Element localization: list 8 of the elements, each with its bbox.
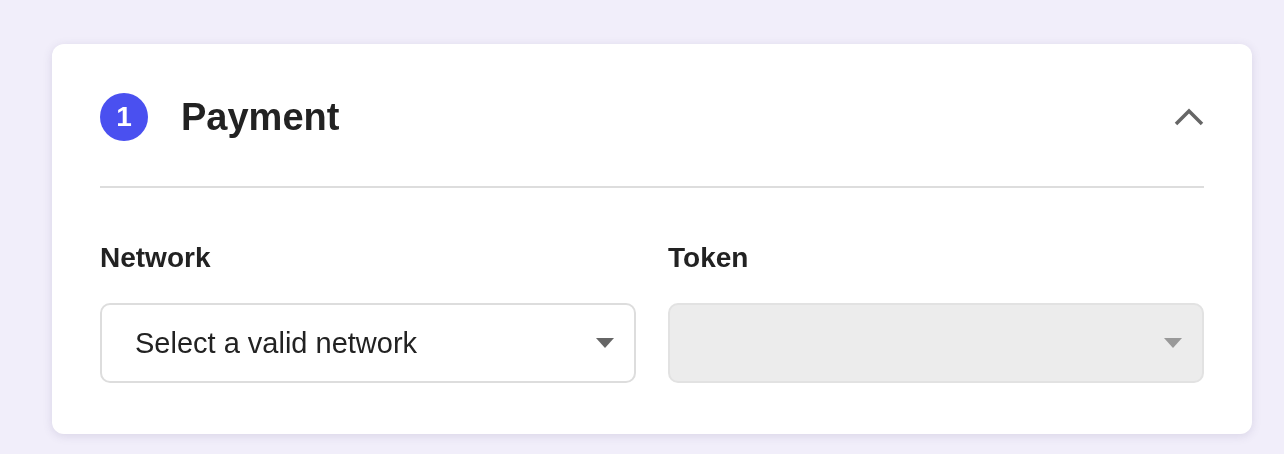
collapse-chevron-icon[interactable]	[1174, 108, 1204, 126]
field-label: Network	[100, 242, 212, 274]
field-label: Token	[668, 242, 750, 274]
step-number-badge: 1	[100, 93, 148, 141]
dropdown-field[interactable]: Select a valid network	[100, 303, 636, 383]
section-title: Payment	[181, 95, 341, 139]
caret-icon	[1164, 338, 1182, 348]
caret-icon	[596, 338, 614, 348]
